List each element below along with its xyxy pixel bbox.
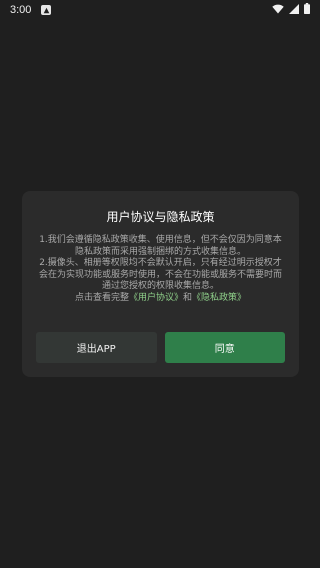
policy-line-1: 1.我们会遵循隐私政策收集、使用信息，但不会仅因为同意本隐私政策而采用强制捆绑的… xyxy=(39,235,282,257)
user-agreement-link[interactable]: 《用户协议》 xyxy=(129,293,183,303)
status-right xyxy=(272,3,310,17)
link-prefix: 点击查看完整 xyxy=(74,292,129,303)
agree-button[interactable]: 同意 xyxy=(164,332,285,363)
wifi-icon xyxy=(272,4,284,17)
privacy-policy-link[interactable]: 《隐私政策》 xyxy=(192,293,246,303)
policy-links-line: 点击查看完整《用户协议》和《隐私政策》 xyxy=(36,293,285,305)
exit-app-button[interactable]: 退出APP xyxy=(36,332,157,363)
battery-icon xyxy=(304,3,310,17)
dialog-title: 用户协议与隐私政策 xyxy=(106,210,215,224)
link-and: 和 xyxy=(183,292,193,303)
policy-line-2: 2.摄像头、相册等权限均不会默认开启，只有经过明示授权才会在为实现功能或服务时使… xyxy=(38,258,282,291)
privacy-dialog: 用户协议与隐私政策 1.我们会遵循隐私政策收集、使用信息，但不会仅因为同意本隐私… xyxy=(22,191,299,377)
cell-signal-icon xyxy=(289,3,299,17)
status-left: 3:00 xyxy=(10,4,52,16)
status-bar: 3:00 xyxy=(0,0,320,20)
dialog-button-row: 退出APP 同意 xyxy=(36,332,285,363)
dialog-body: 1.我们会遵循隐私政策收集、使用信息，但不会仅因为同意本隐私政策而采用强制捆绑的… xyxy=(36,235,285,304)
app-notification-icon xyxy=(41,5,52,15)
status-time: 3:00 xyxy=(10,4,32,16)
